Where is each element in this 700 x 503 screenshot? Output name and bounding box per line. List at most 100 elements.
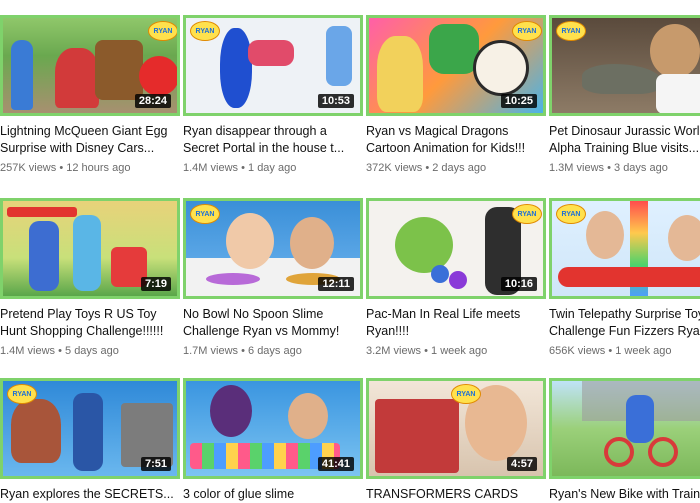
video-thumbnail[interactable]: RYAN 7:51 [0,378,180,479]
upload-age: 1 week ago [431,345,488,357]
video-meta: 1.4M views • 1 day ago [183,162,363,174]
video-thumbnail[interactable]: RYAN [549,198,700,299]
video-title[interactable]: Pet Dinosaur Jurassic World Alpha Trainin… [549,123,700,157]
video-thumbnail[interactable]: RYAN 10:16 [366,198,546,299]
video-duration: 10:25 [500,94,537,108]
video-duration: 4:57 [506,457,537,471]
video-card[interactable]: RYAN Pet Dinosaur Jurassic World Alpha Tr… [549,15,700,174]
ryan-logo-icon: RYAN [556,204,586,224]
video-meta: 1.7M views • 6 days ago [183,345,363,357]
video-thumbnail[interactable]: RYAN [549,15,700,116]
video-duration: 7:51 [140,457,171,471]
video-card[interactable]: RYAN 4:57 TRANSFORMERS CARDS [366,378,546,503]
video-thumbnail[interactable]: 41:41 [183,378,363,479]
video-thumbnail[interactable] [549,378,700,479]
video-duration: 7:19 [140,277,171,291]
video-card[interactable]: 41:41 3 color of glue slime [183,378,363,503]
video-card[interactable]: RYAN 12:11 No Bowl No Spoon Slime Challen… [183,198,363,357]
video-title[interactable]: Ryan vs Magical Dragons Cartoon Animation… [366,123,548,157]
video-card[interactable]: RYAN 10:16 Pac-Man In Real Life meets Rya… [366,198,546,357]
video-title[interactable]: 3 color of glue slime [183,486,365,503]
video-title[interactable]: TRANSFORMERS CARDS [366,486,548,503]
thumbnail-art [626,395,654,443]
thumbnail-art [650,24,700,78]
meta-separator: • [59,162,64,174]
thumbnail-art [375,399,459,473]
thumbnail-art [582,64,662,94]
meta-separator: • [607,162,611,174]
view-count: 1.3M views [549,162,605,174]
thumbnail-art [656,74,700,113]
video-duration: 41:41 [317,457,354,471]
video-card[interactable]: RYAN Twin Telepathy Surprise Toy Challeng… [549,198,700,357]
thumbnail-art [431,265,449,283]
ryan-logo-icon: RYAN [7,384,37,404]
video-title[interactable]: Ryan's New Bike with Training [549,486,700,503]
ryan-logo-icon: RYAN [512,204,542,224]
meta-separator: • [424,345,428,357]
view-count: 372K views [366,162,423,174]
thumbnail-art [586,211,624,259]
video-thumbnail[interactable]: 7:19 [0,198,180,299]
thumbnail-art [473,40,529,96]
thumbnail-art [226,213,274,269]
thumbnail-art [73,215,101,291]
video-title[interactable]: Pretend Play Toys R US Toy Hunt Shopping … [0,306,182,340]
video-thumbnail[interactable]: RYAN 28:24 [0,15,180,116]
video-meta: 1.4M views • 5 days ago [0,345,180,357]
thumbnail-art [73,393,103,471]
thumbnail-art [449,271,467,289]
thumbnail-art [139,56,177,96]
thumbnail-art [290,217,334,269]
video-thumbnail[interactable]: RYAN 10:25 [366,15,546,116]
video-title[interactable]: Ryan disappear through a Secret Portal in… [183,123,365,157]
upload-age: 6 days ago [248,345,302,357]
video-title[interactable]: Pac-Man In Real Life meets Ryan!!!! [366,306,548,340]
video-title[interactable]: Lightning McQueen Giant Egg Surprise with… [0,123,182,157]
video-duration: 12:11 [318,277,354,291]
video-card[interactable]: RYAN 10:53 Ryan disappear through a Secre… [183,15,363,174]
video-meta: 1.3M views • 3 days ago [549,162,700,174]
video-title[interactable]: Twin Telepathy Surprise Toy Challenge Fun… [549,306,700,340]
upload-age: 12 hours ago [66,162,131,174]
video-duration: 10:53 [317,94,354,108]
video-title[interactable]: No Bowl No Spoon Slime Challenge Ryan vs … [183,306,365,340]
view-count: 656K views [549,345,606,357]
video-meta: 257K views • 12 hours ago [0,162,180,174]
video-meta: 372K views • 2 days ago [366,162,546,174]
ryan-logo-icon: RYAN [451,384,481,404]
ryan-logo-icon: RYAN [190,21,220,41]
thumbnail-art [326,26,352,86]
thumbnail-art [248,40,294,66]
upload-age: 2 days ago [432,162,487,174]
video-meta: 656K views • 1 week ago [549,345,700,357]
thumbnail-art [288,393,328,439]
thumbnail-art [668,215,700,261]
meta-separator: • [241,345,245,357]
ryan-logo-icon: RYAN [556,21,586,41]
video-card[interactable]: RYAN 7:51 Ryan explores the SECRETS... [0,378,180,503]
thumbnail-art [220,28,252,108]
thumbnail-art [11,40,33,110]
thumbnail-art [558,267,700,287]
view-count: 1.4M views [183,162,239,174]
video-duration: 10:16 [500,277,537,291]
video-thumbnail[interactable]: RYAN 12:11 [183,198,363,299]
video-card[interactable]: RYAN 28:24 Lightning McQueen Giant Egg Su… [0,15,180,174]
meta-separator: • [58,345,62,357]
thumbnail-art [648,437,678,467]
thumbnail-art [206,273,260,285]
video-thumbnail[interactable]: RYAN 10:53 [183,15,363,116]
video-title[interactable]: Ryan explores the SECRETS... [0,486,182,503]
video-card[interactable]: RYAN 10:25 Ryan vs Magical Dragons Cartoo… [366,15,546,174]
ryan-logo-icon: RYAN [512,21,542,41]
video-card[interactable]: Ryan's New Bike with Training [549,378,700,503]
upload-age: 3 days ago [614,162,668,174]
video-meta: 3.2M views • 1 week ago [366,345,546,357]
video-thumbnail[interactable]: RYAN 4:57 [366,378,546,479]
meta-separator: • [608,345,613,357]
view-count: 3.2M views [366,345,422,357]
thumbnail-art [95,40,143,100]
view-count: 1.4M views [0,345,56,357]
video-card[interactable]: 7:19 Pretend Play Toys R US Toy Hunt Shop… [0,198,180,357]
